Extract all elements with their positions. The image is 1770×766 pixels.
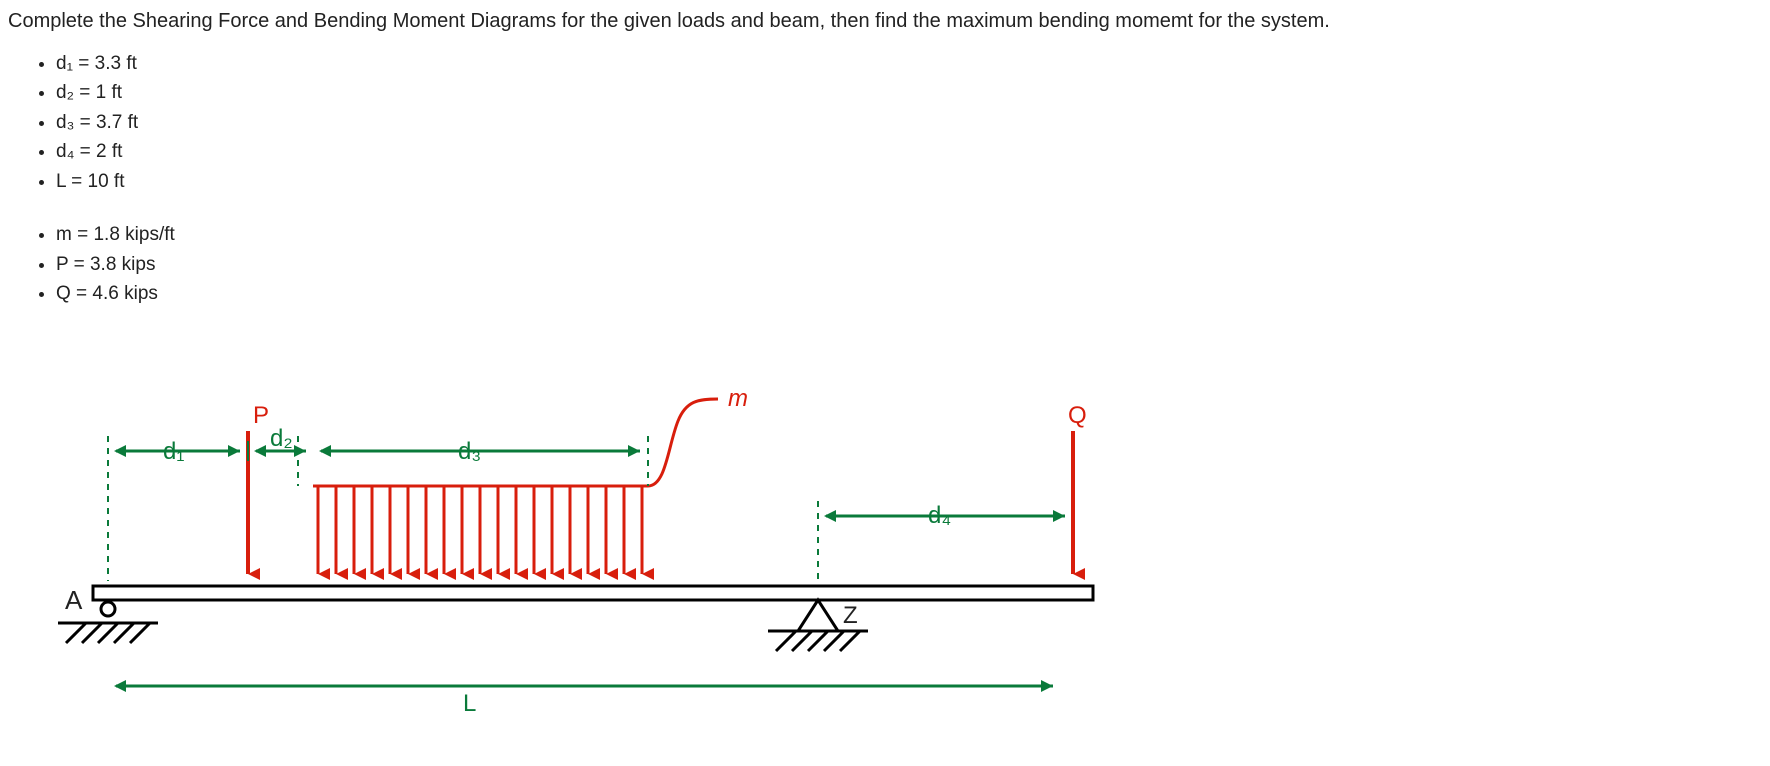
li-d2: d₂ = 1 ft (56, 78, 1762, 107)
load-m (313, 399, 718, 574)
li-m: m = 1.8 kips/ft (56, 220, 1762, 249)
given-list-1: d₁ = 3.3 ft d₂ = 1 ft d₃ = 3.7 ft d₄ = 2… (56, 49, 1762, 196)
li-P: P = 3.8 kips (56, 250, 1762, 279)
li-d4: d₄ = 2 ft (56, 137, 1762, 166)
instruction-text: Complete the Shearing Force and Bending … (8, 8, 1762, 35)
label-Z: Z (843, 602, 858, 629)
label-Q: Q (1068, 402, 1087, 429)
beam-diagram: A Z P Q m d₁ d₂ d₃ d₄ L (38, 351, 1762, 731)
li-d1: d₁ = 3.3 ft (56, 49, 1762, 78)
label-d4: d₄ (928, 502, 951, 529)
label-d3: d₃ (458, 438, 481, 465)
label-P: P (253, 402, 269, 429)
li-d3: d₃ = 3.7 ft (56, 108, 1762, 137)
li-Q: Q = 4.6 kips (56, 279, 1762, 308)
label-d2: d₂ (270, 425, 293, 452)
label-L: L (463, 690, 476, 717)
label-A: A (65, 585, 83, 615)
label-m: m (728, 385, 748, 412)
given-list-2: m = 1.8 kips/ft P = 3.8 kips Q = 4.6 kip… (56, 220, 1762, 308)
label-d1: d₁ (163, 438, 184, 465)
beam (93, 586, 1093, 600)
li-L: L = 10 ft (56, 167, 1762, 196)
